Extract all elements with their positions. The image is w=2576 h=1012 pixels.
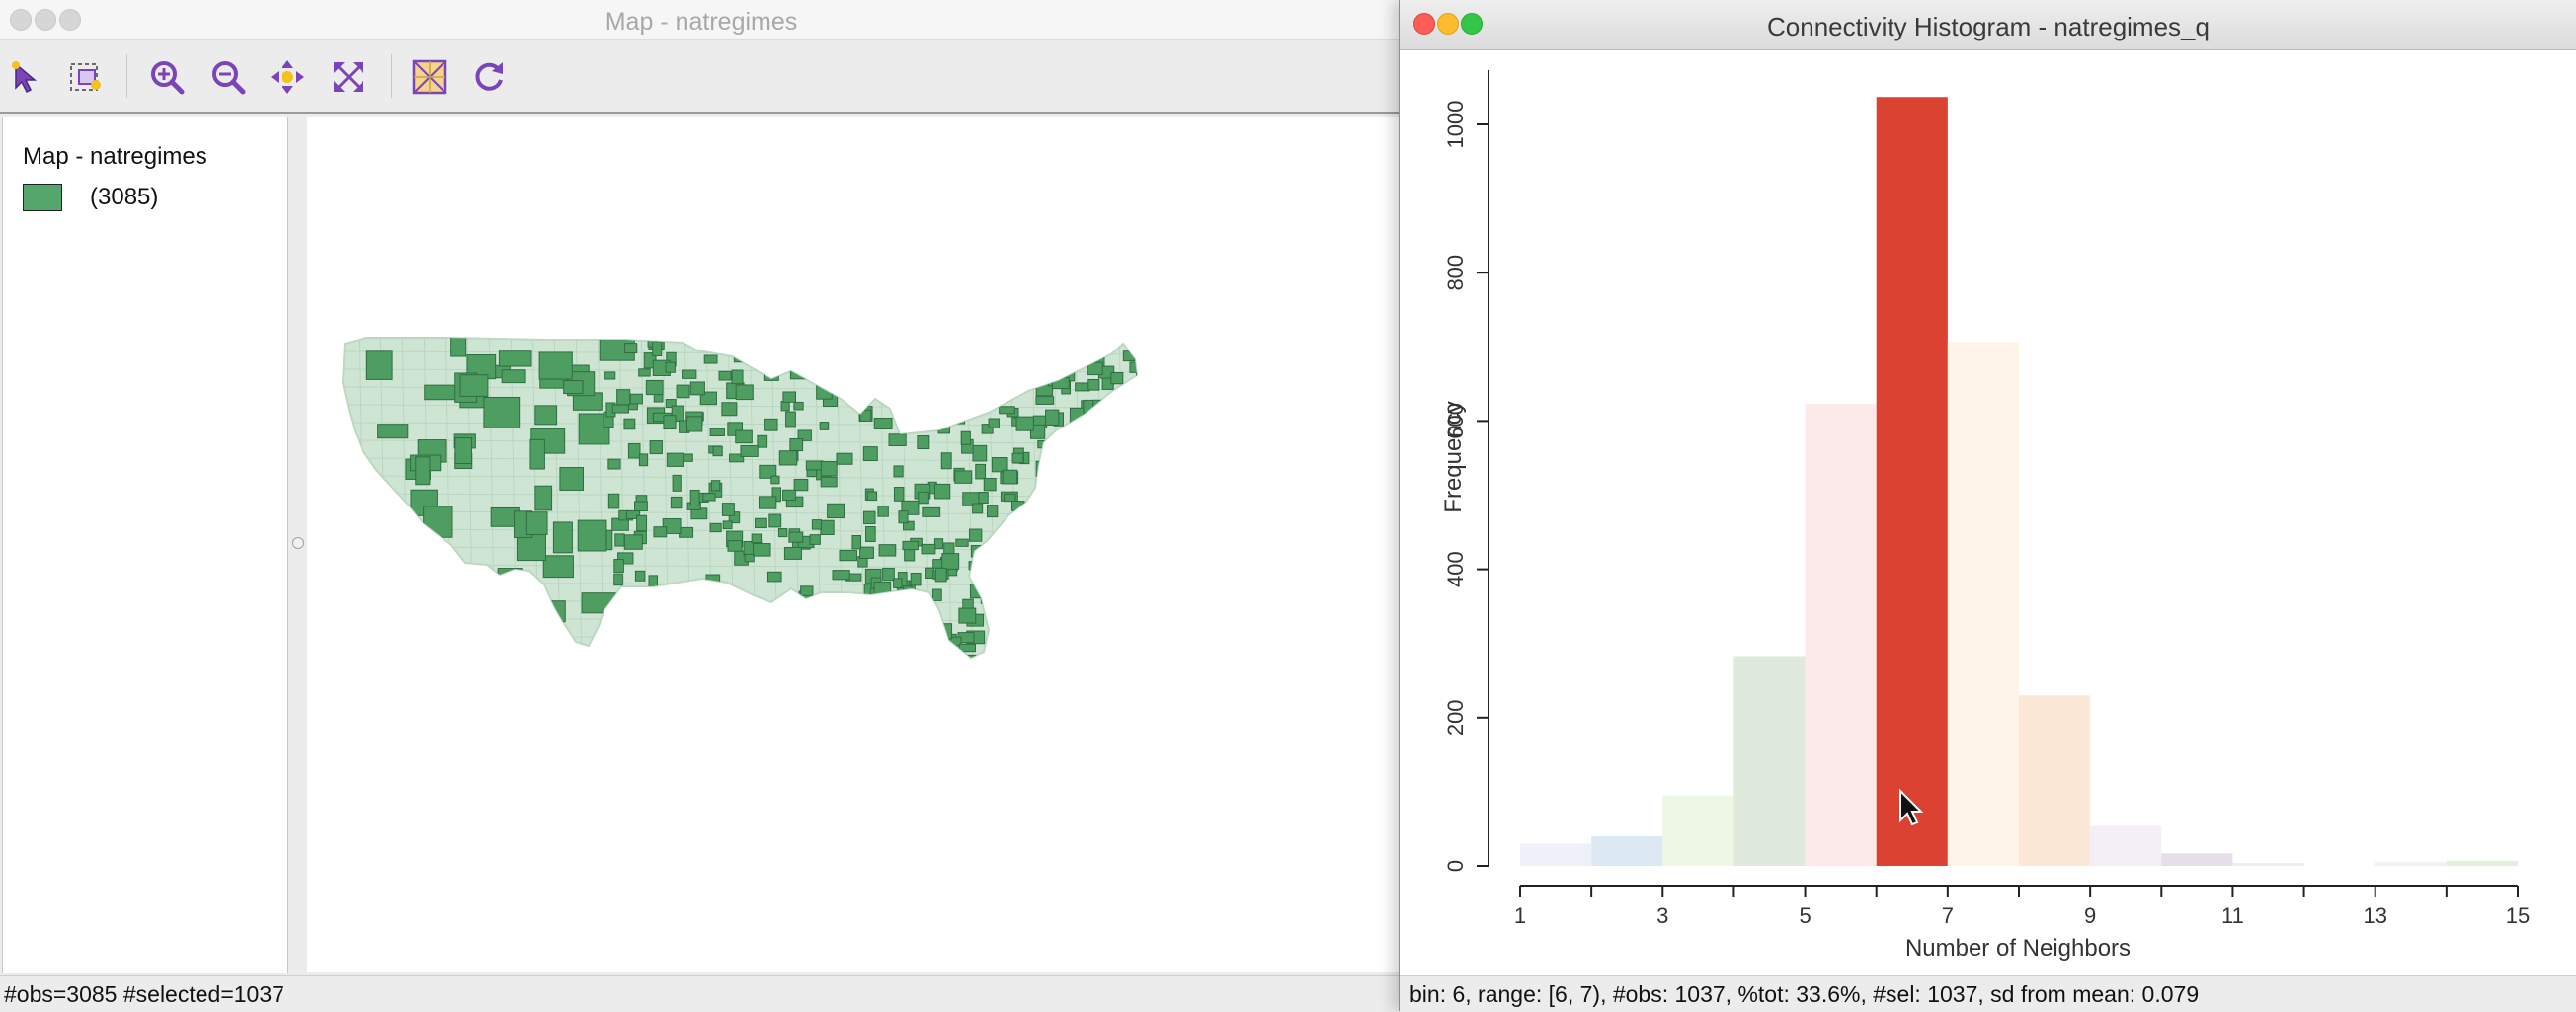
- x-tick-label: 9: [2084, 903, 2096, 928]
- histogram-bar-10[interactable]: [2161, 853, 2233, 866]
- histogram-bar-6[interactable]: [1876, 97, 1948, 866]
- map-toolbar: [0, 40, 1403, 114]
- map-legend: Map - natregimes (3085): [2, 117, 288, 973]
- histogram-titlebar[interactable]: Connectivity Histogram - natregimes_q: [1400, 0, 2576, 50]
- histogram-plot[interactable]: 0 200 400 600 800 1000 1 3 5 7 9 11 13 15 Number of N…: [1400, 50, 2576, 975]
- y-tick-label: 0: [1443, 860, 1468, 872]
- x-tick-label: 1: [1514, 903, 1526, 928]
- histogram-bar-7[interactable]: [1947, 342, 2019, 867]
- map-titlebar[interactable]: Map - natregimes: [0, 0, 1403, 40]
- histogram-bar-3[interactable]: [1662, 795, 1734, 866]
- legend-title: Map - natregimes: [23, 143, 207, 170]
- us-counties-map[interactable]: [307, 117, 1403, 972]
- map-window: Map - natregimes Map - natregimes (3085)…: [0, 0, 1403, 1012]
- histogram-bar-4[interactable]: [1733, 656, 1806, 866]
- y-tick-label: 200: [1443, 699, 1468, 736]
- y-tick-label: 400: [1443, 551, 1468, 587]
- x-tick-label: 3: [1656, 903, 1668, 928]
- y-axis-label: Frequency: [1440, 401, 1467, 512]
- histogram-bar-1[interactable]: [1520, 843, 1592, 866]
- panel-splitter[interactable]: [290, 117, 306, 972]
- x-tick-label: 15: [2506, 903, 2530, 928]
- histogram-bar-2[interactable]: [1591, 835, 1663, 866]
- map-canvas[interactable]: [307, 117, 1403, 972]
- y-tick-label: 1000: [1443, 101, 1468, 149]
- histogram-bar-11[interactable]: [2232, 862, 2304, 866]
- x-tick-label: 11: [2221, 903, 2244, 928]
- desktop: Map - natregimes Map - natregimes (3085)…: [0, 0, 2576, 1012]
- select-tool-icon[interactable]: [8, 58, 45, 96]
- x-tick-label: 7: [1942, 903, 1954, 928]
- map-status-bar: #obs=3085 #selected=1037: [0, 975, 1403, 1012]
- connectivity-histogram[interactable]: 020040060080010001 3 5 7 9 11 13 15 Number of N…: [1400, 50, 2576, 975]
- full-extent-icon[interactable]: [330, 58, 367, 96]
- base-map-icon[interactable]: [411, 58, 448, 96]
- zoom-in-icon[interactable]: [148, 58, 186, 96]
- x-tick-label: 5: [1799, 903, 1811, 928]
- histogram-bar-5[interactable]: [1805, 404, 1877, 866]
- legend-category-label: (3085): [90, 184, 159, 210]
- histogram-bar-13[interactable]: [2375, 862, 2447, 866]
- splitter-handle[interactable]: [292, 537, 304, 549]
- histogram-window: Connectivity Histogram - natregimes_q 0 2…: [1399, 0, 2576, 1012]
- histogram-bar-9[interactable]: [2090, 825, 2162, 866]
- histogram-status-bar: bin: 6, range: [6, 7), #obs: 1037, %tot:…: [1400, 975, 2576, 1012]
- x-tick-label: 13: [2363, 903, 2386, 928]
- refresh-icon[interactable]: [470, 58, 508, 96]
- map-status-text: #obs=3085 #selected=1037: [4, 981, 284, 1007]
- y-tick-label: 800: [1443, 255, 1468, 291]
- pan-icon[interactable]: [269, 58, 306, 96]
- histogram-window-title: Connectivity Histogram - natregimes_q: [1767, 12, 2210, 41]
- selection-shape-icon[interactable]: [67, 58, 105, 96]
- histogram-bar-14[interactable]: [2446, 860, 2518, 866]
- zoom-out-icon[interactable]: [209, 58, 247, 96]
- x-axis-label: Number of Neighbors: [1905, 935, 2131, 962]
- histogram-status-text: bin: 6, range: [6, 7), #obs: 1037, %tot:…: [1409, 981, 2200, 1007]
- histogram-bar-8[interactable]: [2019, 695, 2091, 866]
- legend-swatch[interactable]: [23, 184, 62, 211]
- map-window-title: Map - natregimes: [604, 8, 798, 36]
